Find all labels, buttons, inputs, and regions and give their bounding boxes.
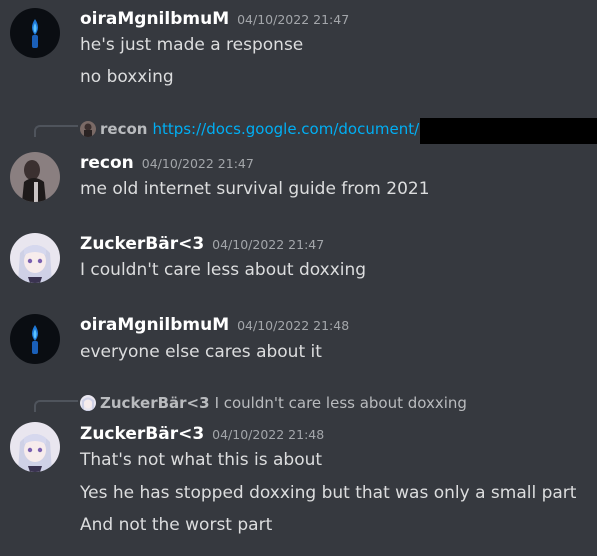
reply-avatar (80, 121, 96, 137)
message-text: And not the worst part (80, 515, 273, 535)
message-timestamp: 04/10/2022 21:47 (212, 237, 325, 252)
message-timestamp: 04/10/2022 21:48 (212, 427, 325, 442)
message-timestamp: 04/10/2022 21:48 (237, 318, 350, 333)
avatar-oiramgnilbmum[interactable] (10, 314, 60, 364)
reply-author: recon (100, 120, 148, 138)
avatar-zuckerbaer[interactable] (10, 233, 60, 283)
message-text: That's not what this is about (80, 450, 323, 470)
reply-preview[interactable]: ZuckerBär<3 I couldn't care less about d… (80, 394, 467, 412)
reply-text: I couldn't care less about doxxing (214, 394, 467, 412)
avatar-zuckerbaer[interactable] (10, 422, 60, 472)
reply-preview[interactable]: recon https://docs.google.com/document/ (80, 120, 419, 138)
reply-link[interactable]: https://docs.google.com/document/ (152, 120, 419, 138)
reply-author: ZuckerBär<3 (100, 394, 210, 412)
message-text: everyone else cares about it (80, 342, 322, 362)
message-author[interactable]: oiraMgnilbmuM (80, 9, 229, 29)
message-author[interactable]: recon (80, 153, 134, 173)
avatar-oiramgnilbmum[interactable] (10, 8, 60, 58)
chat-log: oiraMgnilbmuM 04/10/2022 21:47 he's just … (0, 0, 597, 556)
message-author[interactable]: ZuckerBär<3 (80, 234, 204, 254)
message-timestamp: 04/10/2022 21:47 (141, 156, 254, 171)
message-text: no boxxing (80, 67, 174, 87)
message-author[interactable]: ZuckerBär<3 (80, 424, 204, 444)
reply-spine (34, 400, 78, 412)
message-author[interactable]: oiraMgnilbmuM (80, 315, 229, 335)
message-timestamp: 04/10/2022 21:47 (237, 12, 350, 27)
reply-avatar (80, 395, 96, 411)
message-text: he's just made a response (80, 35, 304, 55)
redaction-mark (420, 118, 597, 144)
message-text: I couldn't care less about doxxing (80, 260, 367, 280)
message-text: me old internet survival guide from 2021 (80, 179, 430, 199)
avatar-recon[interactable] (10, 152, 60, 202)
message-text: Yes he has stopped doxxing but that was … (80, 483, 577, 503)
reply-spine (34, 125, 78, 137)
